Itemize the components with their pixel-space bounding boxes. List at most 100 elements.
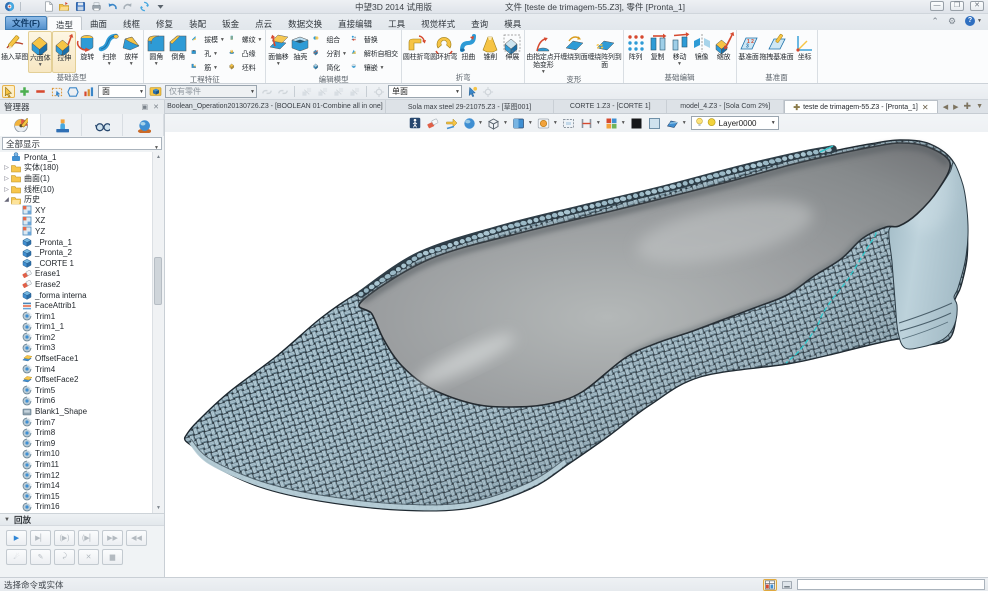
playback-header[interactable]: ▼回放 — [0, 513, 164, 526]
panel-toggle-icon[interactable] — [780, 579, 794, 591]
tree-item-Trim5[interactable]: Trim5 — [0, 385, 152, 396]
ribbon-button-面偏移[interactable]: 面偏移▼ — [267, 31, 289, 75]
chevron-down-icon[interactable]: ▼ — [621, 120, 626, 126]
pick-options-icon[interactable] — [372, 85, 385, 98]
rewind-button[interactable]: ◀◀ — [126, 530, 147, 546]
menu-tab-曲面[interactable]: 曲面 — [82, 16, 115, 30]
tree-item-Trim1[interactable]: Trim1 — [0, 311, 152, 322]
chevron-down-icon[interactable]: ▼ — [553, 120, 558, 126]
tree-item-_forma interna[interactable]: _forma interna — [0, 290, 152, 301]
ribbon-button-六面体[interactable]: 六面体▼ — [28, 31, 52, 73]
tree-item-Trim4[interactable]: Trim4 — [0, 364, 152, 375]
polygon-select-icon[interactable] — [66, 85, 79, 98]
ribbon-button-扫掠[interactable]: 扫掠▼ — [98, 31, 120, 73]
tree-item-FaceAttrib1[interactable]: FaceAttrib1 — [0, 300, 152, 311]
manager-tab-render[interactable] — [123, 114, 164, 136]
chevron-down-icon[interactable]: ▼ — [596, 120, 601, 126]
ribbon-button-凸缘[interactable]: 凸缘 — [227, 47, 265, 61]
ribbon-button-插入草图[interactable]: 插入草图 — [1, 31, 28, 73]
chevron-down-icon[interactable]: ▼ — [478, 120, 483, 126]
tree-item-Trim11[interactable]: Trim11 — [0, 459, 152, 470]
menu-tab-数据交换[interactable]: 数据交换 — [280, 16, 330, 30]
align-3-icon[interactable] — [332, 85, 345, 98]
help-icon[interactable]: ?▼ — [965, 16, 982, 26]
add-selection-icon[interactable] — [18, 85, 31, 98]
new-file-icon[interactable] — [26, 1, 38, 12]
document-tab-5[interactable]: ✚teste de trimagem-55.Z3 - [Pronta_1]✕ — [784, 100, 938, 113]
scope-combo[interactable]: 仅有零件▼ — [165, 85, 257, 98]
tree-item-OffsetFace2[interactable]: OffsetFace2 — [0, 374, 152, 385]
remove-selection-icon[interactable] — [34, 85, 47, 98]
ribbon-button-坐标[interactable]: 坐标 — [794, 31, 816, 73]
ribbon-button-坯料[interactable]: 坯料 — [227, 61, 265, 75]
edit-tool-button[interactable]: ✎ — [30, 549, 51, 565]
menu-tab-点云[interactable]: 点云 — [247, 16, 280, 30]
manager-tab-visual[interactable] — [82, 114, 123, 136]
section-view-icon[interactable] — [580, 117, 594, 130]
datum-display-icon[interactable] — [666, 117, 680, 130]
ribbon-button-缠绕到面[interactable]: 缠绕到面 — [560, 31, 587, 75]
menu-tab-模具[interactable]: 模具 — [496, 16, 529, 30]
tab-add-icon[interactable]: ✚ — [964, 101, 972, 112]
align-2-icon[interactable] — [316, 85, 329, 98]
manager-tab-history[interactable] — [0, 114, 41, 136]
ribbon-button-扭曲[interactable]: 扭曲 — [457, 31, 479, 73]
menu-tab-查询[interactable]: 查询 — [463, 16, 496, 30]
app-logo-icon[interactable] — [3, 1, 15, 12]
ribbon-button-拉伸[interactable]: 拉伸 — [52, 31, 76, 73]
ribbon-button-镶嵌[interactable]: 镶嵌▼ — [349, 61, 400, 75]
tree-item-XZ[interactable]: XZ — [0, 216, 152, 227]
menu-tab-钣金[interactable]: 钣金 — [214, 16, 247, 30]
tree-item-Trim15[interactable]: Trim15 — [0, 491, 152, 502]
print-icon[interactable] — [74, 1, 86, 12]
tree-item-Trim10[interactable]: Trim10 — [0, 449, 152, 460]
regen-icon[interactable] — [122, 1, 134, 12]
ribbon-button-拔模[interactable]: 拔模▼ — [189, 33, 227, 47]
ribbon-button-筋[interactable]: 筋▼ — [189, 61, 227, 75]
ribbon-button-圆柱折弯[interactable]: 圆柱折弯 — [403, 31, 430, 73]
ribbon-button-阵列[interactable]: 阵列 — [625, 31, 647, 73]
document-tab-3[interactable]: CORTE 1.Z3 - [CORTE 1] — [554, 100, 667, 113]
tree-expander-icon[interactable]: ▷ — [2, 175, 11, 182]
ribbon-button-放样[interactable]: 放样▼ — [120, 31, 142, 73]
tree-item-Blank1_Shape[interactable]: Blank1_Shape — [0, 406, 152, 417]
tree-item-YZ[interactable]: YZ — [0, 226, 152, 237]
menu-tab-造型[interactable]: 造型 — [47, 16, 82, 30]
tree-item-Erase1[interactable]: Erase1 — [0, 269, 152, 280]
ribbon-button-抽壳[interactable]: 抽壳 — [289, 31, 311, 75]
chevron-down-icon[interactable]: ▼ — [682, 120, 687, 126]
menu-tab-线框[interactable]: 线框 — [115, 16, 148, 30]
resume-play-icon[interactable] — [154, 1, 166, 12]
ribbon-button-移动[interactable]: 移动▼ — [669, 31, 691, 73]
tree-item-_Pronta_2[interactable]: _Pronta_2 — [0, 247, 152, 258]
tree-item-Trim9[interactable]: Trim9 — [0, 438, 152, 449]
align-4-icon[interactable] — [348, 85, 361, 98]
ribbon-button-孔[interactable]: 孔▼ — [189, 47, 227, 61]
tree-item-_CORTE 1[interactable]: _CORTE 1 — [0, 258, 152, 269]
collapse-ribbon-icon[interactable]: ⌃ — [931, 17, 939, 26]
background-color-icon[interactable] — [630, 117, 644, 130]
ribbon-button-旋转[interactable]: 旋转 — [76, 31, 98, 73]
open-file-icon[interactable] — [42, 1, 54, 12]
tree-item-Trim1_1[interactable]: Trim1_1 — [0, 322, 152, 333]
chevron-down-icon[interactable]: ▼ — [503, 120, 508, 126]
ribbon-button-组合[interactable]: 组合 — [311, 33, 349, 47]
viewport-3d[interactable] — [165, 132, 988, 577]
tab-prev-icon[interactable]: ◀ — [943, 103, 948, 111]
zoom-window-icon[interactable] — [562, 117, 576, 130]
wireframe-display-icon[interactable] — [487, 117, 501, 130]
ribbon-button-缩放[interactable]: 缩放 — [713, 31, 735, 73]
tree-item-_Pronta_1[interactable]: _Pronta_1 — [0, 237, 152, 248]
pick-settings-icon[interactable] — [481, 85, 494, 98]
tree-expander-icon[interactable]: ▷ — [2, 164, 11, 171]
tree-item-Pronta_1[interactable]: Pronta_1 — [0, 152, 152, 163]
chevron-down-icon[interactable]: ▼ — [528, 120, 533, 126]
tree-expander-icon[interactable]: ◢ — [2, 196, 11, 203]
save-icon[interactable] — [58, 1, 70, 12]
delete-tool-button[interactable]: ✕ — [78, 549, 99, 565]
tree-scrollbar[interactable]: ▲ ▼ — [152, 152, 163, 513]
highlight-color-icon[interactable] — [648, 117, 662, 130]
minimize-button[interactable]: — — [930, 1, 944, 11]
pick-cursor-icon[interactable] — [2, 85, 15, 98]
ribbon-button-由指定点开始变形[interactable]: 由指定点开 始变形▼ — [526, 31, 560, 75]
